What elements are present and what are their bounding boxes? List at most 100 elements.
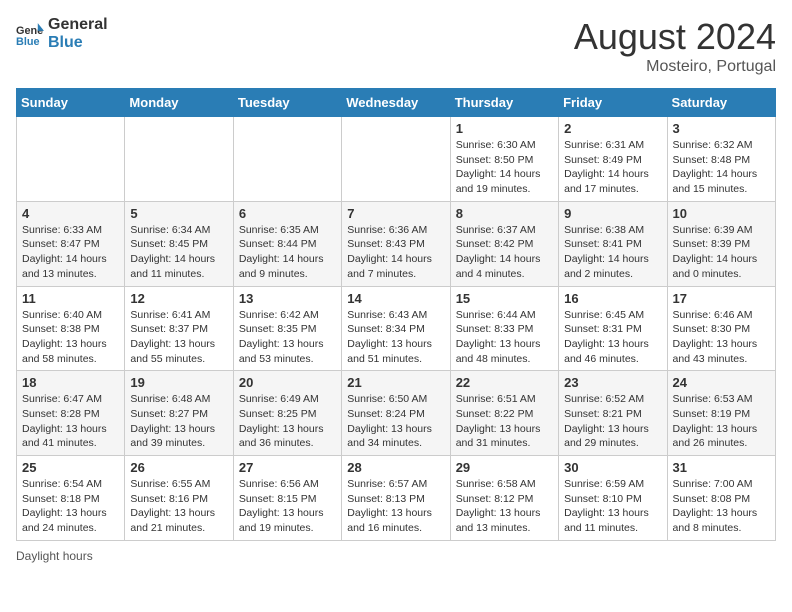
- calendar-cell: 7 Sunrise: 6:36 AM Sunset: 8:43 PM Daylig…: [342, 201, 450, 286]
- day-info: Sunrise: 6:37 AM Sunset: 8:42 PM Dayligh…: [456, 223, 553, 282]
- calendar-day-header: Tuesday: [233, 89, 341, 117]
- day-number: 6: [239, 206, 336, 221]
- day-info: Sunrise: 6:59 AM Sunset: 8:10 PM Dayligh…: [564, 477, 661, 536]
- calendar-cell: 22 Sunrise: 6:51 AM Sunset: 8:22 PM Dayli…: [450, 371, 558, 456]
- page-header: General Blue General Blue August 2024 Mo…: [16, 16, 776, 76]
- calendar-cell: 4 Sunrise: 6:33 AM Sunset: 8:47 PM Daylig…: [17, 201, 125, 286]
- calendar-day-header: Thursday: [450, 89, 558, 117]
- day-number: 15: [456, 291, 553, 306]
- calendar-cell: 15 Sunrise: 6:44 AM Sunset: 8:33 PM Dayli…: [450, 286, 558, 371]
- location-subtitle: Mosteiro, Portugal: [574, 58, 776, 76]
- day-info: Sunrise: 6:39 AM Sunset: 8:39 PM Dayligh…: [673, 223, 770, 282]
- day-info: Sunrise: 6:41 AM Sunset: 8:37 PM Dayligh…: [130, 308, 227, 367]
- calendar-cell: 12 Sunrise: 6:41 AM Sunset: 8:37 PM Dayli…: [125, 286, 233, 371]
- day-number: 13: [239, 291, 336, 306]
- calendar-cell: 28 Sunrise: 6:57 AM Sunset: 8:13 PM Dayli…: [342, 456, 450, 541]
- calendar-cell: 8 Sunrise: 6:37 AM Sunset: 8:42 PM Daylig…: [450, 201, 558, 286]
- day-number: 7: [347, 206, 444, 221]
- footer-note: Daylight hours: [16, 549, 776, 563]
- logo-line1: General: [48, 16, 108, 34]
- day-number: 4: [22, 206, 119, 221]
- day-number: 11: [22, 291, 119, 306]
- calendar-week-row: 25Sunrise: 6:54 AM Sunset: 8:18 PM Dayli…: [17, 456, 776, 541]
- day-number: 17: [673, 291, 770, 306]
- day-number: 21: [347, 375, 444, 390]
- day-number: 8: [456, 206, 553, 221]
- title-block: August 2024 Mosteiro, Portugal: [574, 16, 776, 76]
- logo: General Blue General Blue: [16, 16, 108, 51]
- day-number: 18: [22, 375, 119, 390]
- calendar-cell: 13Sunrise: 6:42 AM Sunset: 8:35 PM Dayli…: [233, 286, 341, 371]
- calendar-cell: 14Sunrise: 6:43 AM Sunset: 8:34 PM Dayli…: [342, 286, 450, 371]
- day-number: 12: [130, 291, 227, 306]
- calendar-cell: 30 Sunrise: 6:59 AM Sunset: 8:10 PM Dayli…: [559, 456, 667, 541]
- day-info: Sunrise: 6:51 AM Sunset: 8:22 PM Dayligh…: [456, 392, 553, 451]
- calendar-header-row: SundayMondayTuesdayWednesdayThursdayFrid…: [17, 89, 776, 117]
- daylight-label: Daylight hours: [16, 549, 93, 563]
- day-info: Sunrise: 7:00 AM Sunset: 8:08 PM Dayligh…: [673, 477, 770, 536]
- calendar-day-header: Friday: [559, 89, 667, 117]
- logo-line2: Blue: [48, 34, 108, 52]
- day-number: 22: [456, 375, 553, 390]
- day-info: Sunrise: 6:49 AM Sunset: 8:25 PM Dayligh…: [239, 392, 336, 451]
- day-info: Sunrise: 6:58 AM Sunset: 8:12 PM Dayligh…: [456, 477, 553, 536]
- calendar-cell: 25Sunrise: 6:54 AM Sunset: 8:18 PM Dayli…: [17, 456, 125, 541]
- calendar-cell: 5Sunrise: 6:34 AM Sunset: 8:45 PM Daylig…: [125, 201, 233, 286]
- calendar-cell: 27 Sunrise: 6:56 AM Sunset: 8:15 PM Dayli…: [233, 456, 341, 541]
- day-number: 31: [673, 460, 770, 475]
- calendar-cell: [17, 117, 125, 202]
- day-info: Sunrise: 6:38 AM Sunset: 8:41 PM Dayligh…: [564, 223, 661, 282]
- day-info: Sunrise: 6:52 AM Sunset: 8:21 PM Dayligh…: [564, 392, 661, 451]
- calendar-day-header: Saturday: [667, 89, 775, 117]
- calendar-week-row: 18 Sunrise: 6:47 AM Sunset: 8:28 PM Dayli…: [17, 371, 776, 456]
- day-number: 26: [130, 460, 227, 475]
- day-number: 28: [347, 460, 444, 475]
- calendar-cell: 26 Sunrise: 6:55 AM Sunset: 8:16 PM Dayli…: [125, 456, 233, 541]
- calendar-cell: 2Sunrise: 6:31 AM Sunset: 8:49 PM Daylig…: [559, 117, 667, 202]
- calendar-cell: 10 Sunrise: 6:39 AM Sunset: 8:39 PM Dayli…: [667, 201, 775, 286]
- calendar-cell: 16Sunrise: 6:45 AM Sunset: 8:31 PM Dayli…: [559, 286, 667, 371]
- day-number: 20: [239, 375, 336, 390]
- day-info: Sunrise: 6:56 AM Sunset: 8:15 PM Dayligh…: [239, 477, 336, 536]
- day-info: Sunrise: 6:30 AM Sunset: 8:50 PM Dayligh…: [456, 138, 553, 197]
- day-number: 24: [673, 375, 770, 390]
- calendar-week-row: 1 Sunrise: 6:30 AM Sunset: 8:50 PM Daylig…: [17, 117, 776, 202]
- day-number: 1: [456, 121, 553, 136]
- calendar-day-header: Wednesday: [342, 89, 450, 117]
- day-number: 23: [564, 375, 661, 390]
- calendar-week-row: 11Sunrise: 6:40 AM Sunset: 8:38 PM Dayli…: [17, 286, 776, 371]
- day-info: Sunrise: 6:48 AM Sunset: 8:27 PM Dayligh…: [130, 392, 227, 451]
- day-number: 9: [564, 206, 661, 221]
- day-number: 29: [456, 460, 553, 475]
- day-number: 5: [130, 206, 227, 221]
- calendar-cell: 19Sunrise: 6:48 AM Sunset: 8:27 PM Dayli…: [125, 371, 233, 456]
- day-info: Sunrise: 6:45 AM Sunset: 8:31 PM Dayligh…: [564, 308, 661, 367]
- month-year-title: August 2024: [574, 16, 776, 58]
- day-number: 27: [239, 460, 336, 475]
- day-number: 2: [564, 121, 661, 136]
- calendar-cell: 31 Sunrise: 7:00 AM Sunset: 8:08 PM Dayli…: [667, 456, 775, 541]
- day-number: 30: [564, 460, 661, 475]
- day-info: Sunrise: 6:57 AM Sunset: 8:13 PM Dayligh…: [347, 477, 444, 536]
- calendar-cell: 1 Sunrise: 6:30 AM Sunset: 8:50 PM Daylig…: [450, 117, 558, 202]
- day-info: Sunrise: 6:47 AM Sunset: 8:28 PM Dayligh…: [22, 392, 119, 451]
- svg-text:Blue: Blue: [16, 35, 40, 47]
- day-number: 14: [347, 291, 444, 306]
- logo-icon: General Blue: [16, 20, 44, 48]
- calendar-cell: [342, 117, 450, 202]
- calendar-day-header: Sunday: [17, 89, 125, 117]
- calendar-cell: 3Sunrise: 6:32 AM Sunset: 8:48 PM Daylig…: [667, 117, 775, 202]
- day-number: 10: [673, 206, 770, 221]
- day-info: Sunrise: 6:50 AM Sunset: 8:24 PM Dayligh…: [347, 392, 444, 451]
- calendar-table: SundayMondayTuesdayWednesdayThursdayFrid…: [16, 88, 776, 541]
- day-info: Sunrise: 6:55 AM Sunset: 8:16 PM Dayligh…: [130, 477, 227, 536]
- day-info: Sunrise: 6:36 AM Sunset: 8:43 PM Dayligh…: [347, 223, 444, 282]
- day-info: Sunrise: 6:44 AM Sunset: 8:33 PM Dayligh…: [456, 308, 553, 367]
- calendar-cell: 6Sunrise: 6:35 AM Sunset: 8:44 PM Daylig…: [233, 201, 341, 286]
- day-info: Sunrise: 6:33 AM Sunset: 8:47 PM Dayligh…: [22, 223, 119, 282]
- day-info: Sunrise: 6:46 AM Sunset: 8:30 PM Dayligh…: [673, 308, 770, 367]
- calendar-cell: 9 Sunrise: 6:38 AM Sunset: 8:41 PM Daylig…: [559, 201, 667, 286]
- day-info: Sunrise: 6:53 AM Sunset: 8:19 PM Dayligh…: [673, 392, 770, 451]
- calendar-cell: 24 Sunrise: 6:53 AM Sunset: 8:19 PM Dayli…: [667, 371, 775, 456]
- day-number: 25: [22, 460, 119, 475]
